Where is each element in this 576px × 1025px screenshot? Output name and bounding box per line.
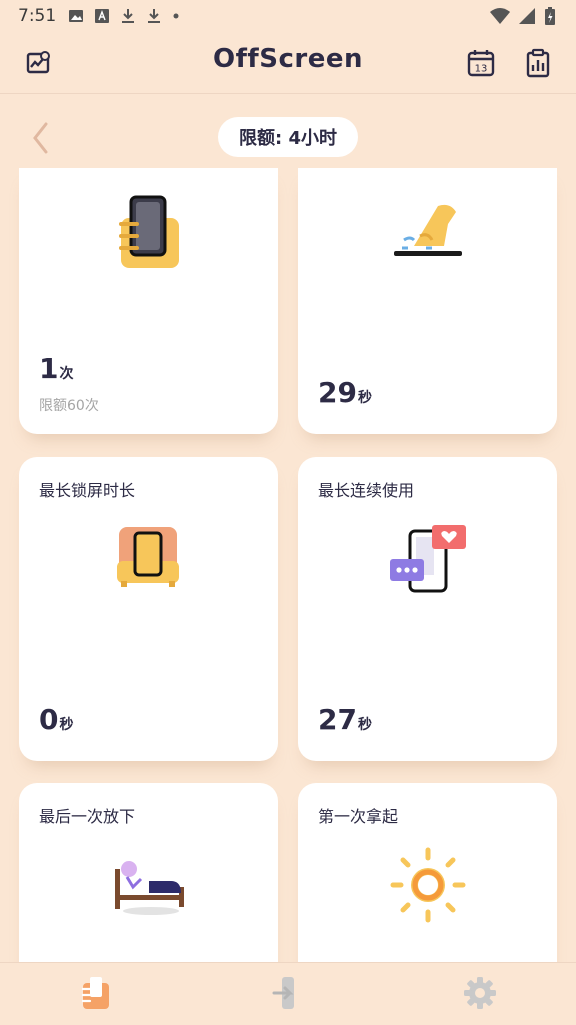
nav-stats[interactable] bbox=[78, 975, 114, 1011]
hand-phone-icon bbox=[119, 195, 179, 268]
app-bar-divider bbox=[0, 93, 576, 94]
phone-swap-icon bbox=[272, 977, 294, 1009]
dot-icon bbox=[173, 13, 179, 19]
session-number: 29 bbox=[318, 376, 357, 409]
first-pickup-title: 第一次拿起 bbox=[318, 807, 399, 826]
sun-icon bbox=[390, 847, 466, 923]
last-putdown-card[interactable]: 最后一次放下 bbox=[19, 783, 278, 983]
app-bar: OffScreen 13 bbox=[0, 36, 576, 92]
longest-lock-number: 0 bbox=[39, 703, 59, 736]
clipboard-chart-icon bbox=[526, 48, 550, 78]
hand-tap-icon bbox=[394, 204, 462, 256]
limit-pill[interactable]: 限额: 4小时 bbox=[218, 117, 358, 157]
battery-icon bbox=[545, 7, 555, 25]
first-pickup-card[interactable]: 第一次拿起 bbox=[298, 783, 557, 983]
pickups-card[interactable]: 1次 限额60次 bbox=[19, 168, 278, 434]
session-card[interactable]: 29秒 bbox=[298, 168, 557, 434]
session-unit: 秒 bbox=[357, 390, 372, 406]
nav-putdown[interactable] bbox=[270, 975, 306, 1011]
font-icon bbox=[95, 9, 109, 23]
gear-icon bbox=[464, 977, 496, 1009]
last-putdown-title: 最后一次放下 bbox=[39, 807, 136, 826]
wifi-icon bbox=[490, 8, 510, 24]
longest-use-title: 最长连续使用 bbox=[318, 481, 415, 500]
download-icon-2 bbox=[148, 9, 160, 23]
longest-use-card[interactable]: 最长连续使用 27秒 bbox=[298, 457, 557, 761]
longest-lock-card[interactable]: 最长锁屏时长 0秒 bbox=[19, 457, 278, 761]
bed-icon bbox=[115, 861, 184, 915]
download-icon bbox=[122, 9, 134, 23]
pickups-limit: 限额60次 bbox=[39, 398, 99, 414]
back-button[interactable] bbox=[28, 120, 54, 156]
image-icon bbox=[69, 10, 83, 22]
longest-lock-unit: 秒 bbox=[59, 717, 74, 733]
svg-text:13: 13 bbox=[475, 64, 488, 75]
pickups-value: 1次 bbox=[39, 352, 73, 385]
session-value: 29秒 bbox=[318, 376, 372, 409]
calendar-icon: 13 bbox=[467, 50, 495, 77]
longest-lock-value: 0秒 bbox=[39, 703, 73, 736]
system-icons bbox=[490, 6, 556, 26]
longest-use-number: 27 bbox=[318, 703, 357, 736]
status-bar: 7:51 bbox=[0, 0, 576, 36]
report-button[interactable] bbox=[522, 47, 554, 79]
longest-use-unit: 秒 bbox=[357, 717, 372, 733]
phone-on-couch-icon bbox=[117, 527, 179, 587]
notification-icons bbox=[68, 8, 180, 24]
signal-icon bbox=[519, 8, 535, 24]
pickups-number: 1 bbox=[39, 352, 59, 385]
phone-chat-icon bbox=[390, 525, 466, 593]
calendar-button[interactable]: 13 bbox=[465, 47, 497, 79]
pickups-unit: 次 bbox=[59, 366, 74, 382]
chevron-left-icon bbox=[33, 122, 48, 154]
nav-settings[interactable] bbox=[462, 975, 498, 1011]
bottom-nav bbox=[0, 962, 576, 1025]
longest-lock-title: 最长锁屏时长 bbox=[39, 481, 136, 500]
longest-use-value: 27秒 bbox=[318, 703, 372, 736]
status-time: 7:51 bbox=[18, 6, 57, 26]
phone-hand-active-icon bbox=[81, 977, 109, 1009]
